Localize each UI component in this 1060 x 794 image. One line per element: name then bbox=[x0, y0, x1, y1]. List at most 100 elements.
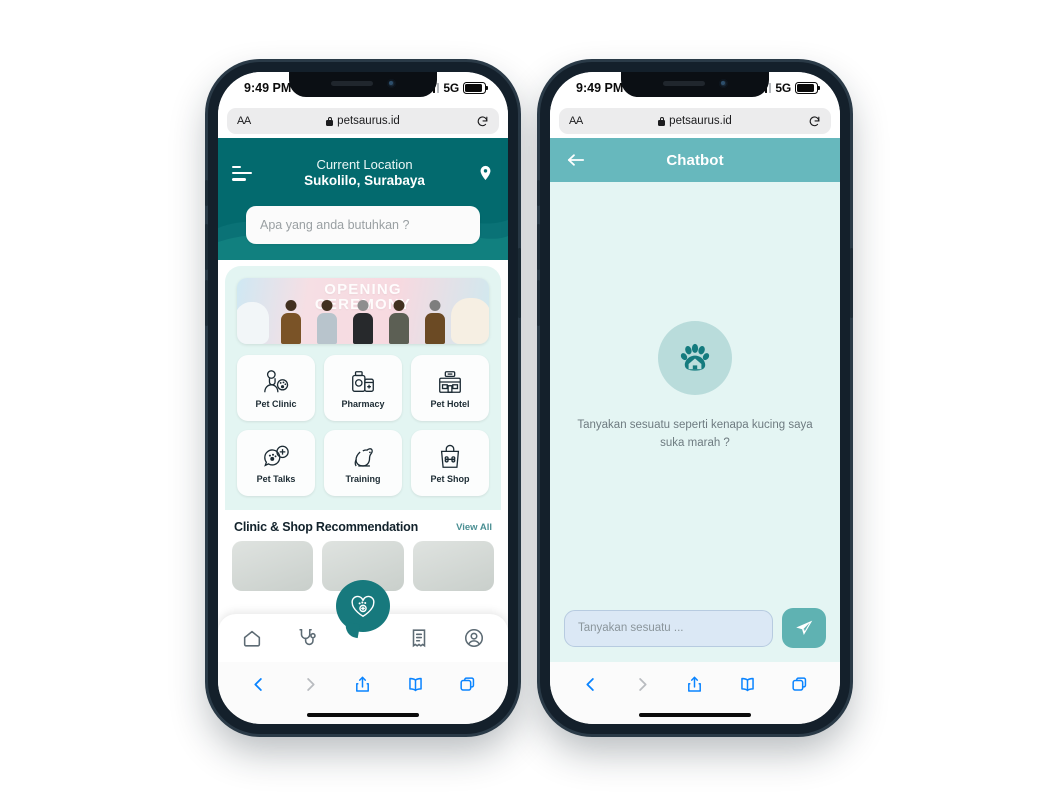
url-field[interactable]: AA petsaurus.id bbox=[559, 108, 831, 134]
safari-toolbar-chat bbox=[550, 662, 840, 706]
text-size-button[interactable]: AA bbox=[237, 115, 251, 127]
category-label: Pharmacy bbox=[341, 398, 385, 409]
search-placeholder: Apa yang anda butuhkan ? bbox=[260, 218, 410, 232]
chatbot-input-row: Tanyakan sesuatu ... bbox=[550, 596, 840, 662]
front-camera bbox=[386, 79, 396, 88]
reload-icon[interactable] bbox=[808, 115, 821, 128]
category-pet-talks[interactable]: Pet Talks bbox=[237, 430, 315, 496]
url-center: petsaurus.id bbox=[559, 115, 831, 127]
home-scroll-body[interactable]: OPENING CEREMONY bbox=[218, 260, 508, 662]
category-label: Pet Clinic bbox=[255, 398, 297, 409]
banner-person bbox=[277, 300, 304, 344]
front-camera bbox=[718, 79, 728, 88]
safari-toolbar-home bbox=[218, 662, 508, 706]
receipt-icon bbox=[412, 629, 425, 648]
hamburger-menu-icon[interactable] bbox=[232, 165, 252, 181]
chat-paw-icon bbox=[264, 445, 289, 467]
home-indicator-bar bbox=[550, 706, 840, 724]
category-label: Pet Shop bbox=[430, 473, 470, 484]
chatbot-app: Chatbot Tanyakan sesuatu seperti kenapa … bbox=[550, 138, 840, 662]
banner-title-line1: OPENING bbox=[324, 281, 402, 298]
power-button bbox=[850, 248, 853, 318]
notch bbox=[289, 72, 437, 97]
phone-chatbot-frame: 9:49 PM 5G AA petsaurus.id Chatbot Tanya… bbox=[537, 62, 853, 734]
status-bar-chat: 9:49 PM 5G bbox=[550, 72, 840, 104]
status-time: 9:49 PM bbox=[576, 81, 624, 95]
tabs-icon[interactable] bbox=[790, 675, 809, 694]
url-field[interactable]: AA petsaurus.id bbox=[227, 108, 499, 134]
location-value: Sukolilo, Surabaya bbox=[304, 172, 425, 188]
opening-ceremony-banner[interactable]: OPENING CEREMONY bbox=[237, 278, 489, 344]
send-button[interactable] bbox=[782, 608, 826, 648]
nav-profile-button[interactable] bbox=[461, 625, 487, 651]
location-block[interactable]: Current Location Sukolilo, Surabaya bbox=[252, 157, 477, 189]
chevron-right-icon bbox=[639, 677, 647, 691]
network-label: 5G bbox=[775, 81, 791, 95]
safari-url-bar-chat[interactable]: AA petsaurus.id bbox=[550, 104, 840, 138]
chatbot-title: Chatbot bbox=[666, 151, 724, 169]
share-icon[interactable] bbox=[353, 675, 372, 694]
nav-home-button[interactable] bbox=[239, 625, 265, 651]
arrow-left-icon[interactable] bbox=[566, 152, 586, 168]
lock-icon bbox=[326, 116, 334, 126]
home-header: Current Location Sukolilo, Surabaya Apa … bbox=[218, 138, 508, 260]
home-content-panel: OPENING CEREMONY bbox=[225, 266, 501, 510]
stethoscope-icon bbox=[299, 628, 317, 646]
search-input[interactable]: Apa yang anda butuhkan ? bbox=[246, 206, 480, 244]
volume-up-button bbox=[537, 224, 540, 270]
reload-icon[interactable] bbox=[476, 115, 489, 128]
chat-bubble-paw-heart-icon bbox=[336, 580, 390, 632]
chatbot-fab-button[interactable] bbox=[336, 580, 390, 634]
chatbot-empty-state: Tanyakan sesuatu seperti kenapa kucing s… bbox=[550, 182, 840, 662]
recommendation-card[interactable] bbox=[412, 541, 494, 591]
location-label: Current Location bbox=[316, 156, 413, 172]
category-pet-shop[interactable]: Pet Shop bbox=[411, 430, 489, 496]
mute-switch bbox=[205, 180, 208, 206]
battery-icon bbox=[795, 82, 821, 94]
banner-people bbox=[277, 300, 448, 344]
safari-url-bar-home[interactable]: AA petsaurus.id bbox=[218, 104, 508, 138]
pet-hotel-building-icon bbox=[439, 370, 461, 393]
chatbot-empty-text: Tanyakan sesuatu seperti kenapa kucing s… bbox=[577, 419, 813, 449]
chatbot-message-input[interactable]: Tanyakan sesuatu ... bbox=[564, 609, 773, 647]
share-icon[interactable] bbox=[685, 675, 704, 694]
volume-down-button bbox=[537, 280, 540, 326]
text-size-button[interactable]: AA bbox=[569, 115, 583, 127]
category-label: Pet Hotel bbox=[430, 398, 470, 409]
category-pet-hotel[interactable]: Pet Hotel bbox=[411, 355, 489, 421]
earpiece-speaker bbox=[662, 81, 705, 86]
nav-clinic-button[interactable] bbox=[294, 625, 320, 651]
chevron-left-icon[interactable] bbox=[581, 675, 600, 694]
search-wrap: Apa yang anda butuhkan ? bbox=[232, 196, 494, 260]
page-canvas: 9:49 PM 5G AA petsaurus.id Current Locat… bbox=[0, 0, 1060, 794]
recommendation-card[interactable] bbox=[232, 541, 314, 591]
user-circle-icon bbox=[465, 628, 484, 648]
book-icon[interactable] bbox=[738, 675, 757, 694]
earpiece-speaker bbox=[330, 81, 373, 86]
chatbot-input-placeholder: Tanyakan sesuatu ... bbox=[578, 622, 684, 634]
map-pin-icon[interactable] bbox=[477, 162, 494, 184]
category-pharmacy[interactable]: Pharmacy bbox=[324, 355, 402, 421]
category-label: Training bbox=[345, 473, 381, 484]
tabs-icon[interactable] bbox=[458, 675, 477, 694]
url-center: petsaurus.id bbox=[227, 115, 499, 127]
phone-home-frame: 9:49 PM 5G AA petsaurus.id Current Locat… bbox=[205, 62, 521, 734]
book-icon[interactable] bbox=[406, 675, 425, 694]
nav-orders-button[interactable] bbox=[406, 625, 432, 651]
lock-icon bbox=[658, 116, 666, 126]
banner-person bbox=[313, 300, 340, 344]
send-paper-plane-icon bbox=[796, 620, 813, 636]
url-text: petsaurus.id bbox=[669, 115, 732, 127]
sitting-dog-icon bbox=[354, 447, 373, 467]
category-pet-clinic[interactable]: Pet Clinic bbox=[237, 355, 315, 421]
view-all-link[interactable]: View All bbox=[456, 522, 492, 533]
home-icon bbox=[243, 630, 260, 647]
banner-person bbox=[349, 300, 376, 344]
shopping-bag-bone-icon bbox=[440, 444, 460, 468]
home-indicator-bar bbox=[218, 706, 508, 724]
volume-up-button bbox=[205, 224, 208, 270]
category-training[interactable]: Training bbox=[324, 430, 402, 496]
battery-icon bbox=[463, 82, 489, 94]
vet-doctor-icon bbox=[264, 369, 289, 392]
chevron-left-icon[interactable] bbox=[249, 675, 268, 694]
